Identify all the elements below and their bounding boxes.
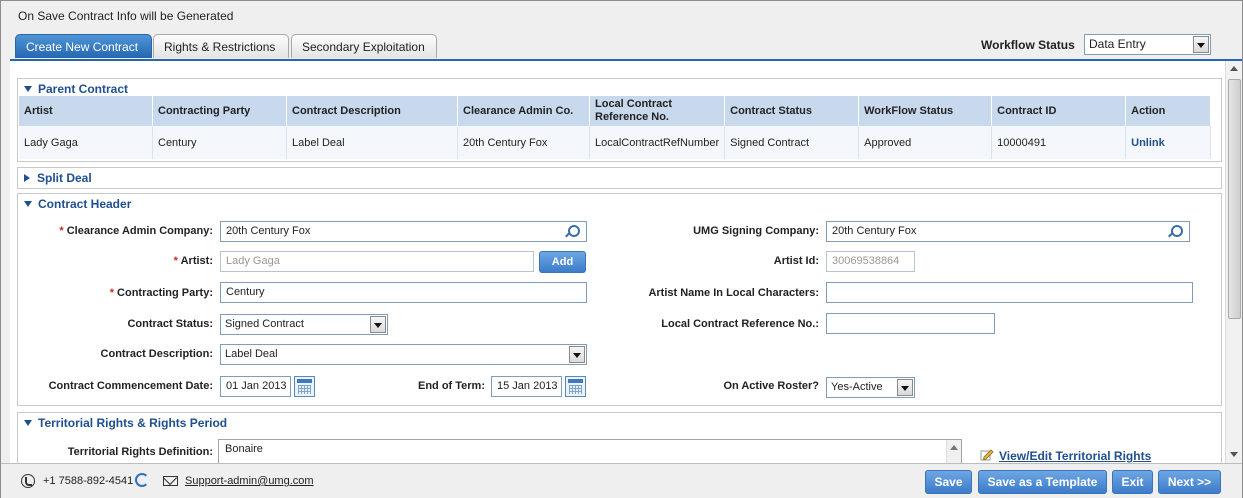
scroll-down-icon[interactable] <box>1226 447 1242 463</box>
cell-contracting-party: Century <box>152 126 287 159</box>
unlink-link[interactable]: Unlink <box>1125 126 1211 159</box>
caret-down-icon <box>24 201 32 207</box>
workflow-status-value: Data Entry <box>1089 37 1146 51</box>
page-scrollbar[interactable] <box>1225 61 1242 463</box>
end-of-term-label: End of Term: <box>417 380 485 392</box>
caret-down-icon <box>24 86 32 92</box>
pencil-icon <box>980 449 994 461</box>
local-contract-ref-label: Local Contract Reference No.: <box>661 318 819 330</box>
parent-contract-toggle[interactable]: Parent Contract <box>24 82 128 96</box>
chevron-down-icon[interactable] <box>897 379 913 396</box>
artist-input[interactable]: Lady Gaga <box>220 251 534 272</box>
calendar-icon[interactable] <box>565 376 586 397</box>
local-contract-ref-input[interactable] <box>826 313 995 334</box>
scroll-thumb[interactable] <box>1228 79 1241 319</box>
support-email-link[interactable]: Support-admin@umg.com <box>185 475 314 487</box>
table-header-row: Artist Contracting Party Contract Descri… <box>19 96 1211 126</box>
column-header: Local Contract Reference No. <box>589 96 726 126</box>
search-icon[interactable] <box>1171 225 1183 237</box>
scroll-up-icon[interactable] <box>1226 61 1242 77</box>
contracting-party-label: * Contracting Party: <box>109 287 213 299</box>
column-header: WorkFlow Status <box>858 96 993 126</box>
on-active-roster-label: On Active Roster? <box>723 380 819 392</box>
parent-contract-section: Parent Contract Artist Contracting Party… <box>17 78 1222 162</box>
phone-icon <box>21 474 35 488</box>
application-window: On Save Contract Info will be Generated … <box>0 0 1243 498</box>
tab-rights-restrictions[interactable]: Rights & Restrictions <box>153 34 289 58</box>
table-row: Lady Gaga Century Label Deal 20th Centur… <box>19 126 1211 159</box>
footer-bar: +1 7588-892-4541 Support-admin@umg.com S… <box>1 463 1242 498</box>
view-edit-territorial-rights-link[interactable]: View/Edit Territorial Rights <box>999 449 1151 463</box>
workflow-status-select[interactable]: Data Entry <box>1084 34 1211 55</box>
parent-contract-title: Parent Contract <box>38 82 129 96</box>
column-header: Clearance Admin Co. <box>457 96 590 126</box>
territorial-rights-title: Territorial Rights & Rights Period <box>38 416 228 430</box>
territorial-definition-textarea[interactable]: Bonaire <box>218 439 962 464</box>
umg-signing-company-label: UMG Signing Company: <box>693 225 819 237</box>
contracting-party-input[interactable]: Century <box>220 282 587 303</box>
column-header: Contract Status <box>724 96 860 126</box>
column-header: Contract Description <box>286 96 458 126</box>
caret-right-icon <box>24 174 30 182</box>
refresh-icon[interactable] <box>135 473 149 487</box>
end-of-term-input[interactable]: 15 Jan 2013 <box>491 376 562 397</box>
cell-artist: Lady Gaga <box>19 126 153 159</box>
cell-contract-status: Signed Contract <box>724 126 860 159</box>
support-phone: +1 7588-892-4541 <box>43 475 134 487</box>
contract-description-select[interactable]: Label Deal <box>220 344 587 365</box>
split-deal-title: Split Deal <box>37 171 92 185</box>
artist-id-input[interactable]: 30069538864 <box>826 251 915 272</box>
commencement-date-input[interactable]: 01 Jan 2013 <box>220 376 291 397</box>
column-header: Contracting Party <box>152 96 287 126</box>
split-deal-toggle[interactable]: Split Deal <box>24 171 92 185</box>
mail-icon <box>163 476 178 486</box>
textarea-scrollbar[interactable] <box>946 440 961 463</box>
artist-name-local-input[interactable] <box>826 282 1193 303</box>
commencement-date-label: Contract Commencement Date: <box>48 380 213 392</box>
save-as-template-button[interactable]: Save as a Template <box>978 470 1107 494</box>
chevron-down-icon[interactable] <box>1193 36 1209 53</box>
territorial-rights-toggle[interactable]: Territorial Rights & Rights Period <box>24 416 227 430</box>
column-header: Contract ID <box>991 96 1127 126</box>
workflow-status-label: Workflow Status <box>981 38 1075 52</box>
calendar-icon[interactable] <box>294 376 315 397</box>
umg-signing-company-input[interactable]: 20th Century Fox <box>826 221 1190 242</box>
cell-contract-description: Label Deal <box>286 126 458 159</box>
contract-status-label: Contract Status: <box>127 318 213 330</box>
cell-local-ref: LocalContractRefNumber <box>589 126 726 159</box>
caret-down-icon <box>24 420 32 426</box>
info-message: On Save Contract Info will be Generated <box>18 9 234 23</box>
artist-name-local-label: Artist Name In Local Characters: <box>648 287 819 299</box>
chevron-down-icon[interactable] <box>370 316 386 333</box>
on-active-roster-select[interactable]: Yes-Active <box>826 377 915 398</box>
territorial-definition-label: Territorial Rights Definition: <box>67 446 213 458</box>
parent-contract-table: Artist Contracting Party Contract Descri… <box>19 96 1211 159</box>
contract-header-toggle[interactable]: Contract Header <box>24 197 131 211</box>
column-header: Action <box>1125 96 1211 126</box>
cell-clearance-admin: 20th Century Fox <box>457 126 590 159</box>
column-header: Artist <box>19 96 153 126</box>
clearance-admin-input[interactable]: 20th Century Fox <box>220 221 587 242</box>
tab-create-new-contract[interactable]: Create New Contract <box>15 34 152 58</box>
contract-description-label: Contract Description: <box>100 348 213 360</box>
save-button[interactable]: Save <box>925 470 972 494</box>
clearance-admin-label: * Clearance Admin Company: <box>59 225 213 237</box>
split-deal-section: Split Deal <box>17 167 1222 189</box>
search-icon[interactable] <box>568 225 580 237</box>
contract-header-title: Contract Header <box>38 197 132 211</box>
artist-id-label: Artist Id: <box>773 255 819 267</box>
exit-button[interactable]: Exit <box>1112 470 1153 494</box>
chevron-down-icon[interactable] <box>569 346 585 363</box>
tab-secondary-exploitation[interactable]: Secondary Exploitation <box>291 34 437 58</box>
add-artist-button[interactable]: Add <box>539 251 586 273</box>
cell-workflow-status: Approved <box>858 126 993 159</box>
next-button[interactable]: Next >> <box>1158 470 1221 494</box>
cell-contract-id: 10000491 <box>991 126 1127 159</box>
contract-status-select[interactable]: Signed Contract <box>220 314 388 335</box>
artist-label: * Artist: <box>173 255 213 267</box>
